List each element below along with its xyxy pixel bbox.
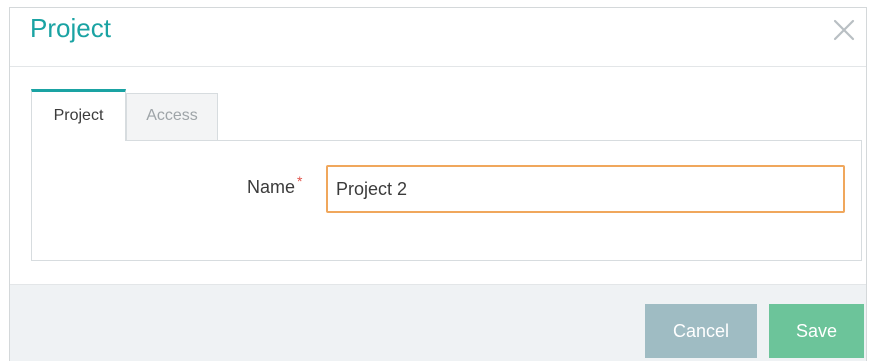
tab-project[interactable]: Project xyxy=(31,89,126,141)
dialog-body: Project Access Name * xyxy=(10,67,866,284)
dialog-title: Project xyxy=(30,13,111,43)
required-marker: * xyxy=(297,173,303,189)
close-button[interactable] xyxy=(828,14,860,46)
dialog-footer: Cancel Save xyxy=(10,284,866,361)
name-input[interactable] xyxy=(326,165,845,213)
dialog-header: Project xyxy=(10,8,866,67)
project-dialog: Project Project Access Name* Cancel Save xyxy=(9,7,867,361)
cancel-button[interactable]: Cancel xyxy=(645,304,757,358)
name-field-label: Name * xyxy=(247,173,302,198)
name-label-text: Name xyxy=(247,177,296,197)
close-icon xyxy=(833,19,855,41)
save-button[interactable]: Save xyxy=(769,304,864,358)
tab-panel-project: Name * xyxy=(31,140,862,261)
tab-access[interactable]: Access xyxy=(126,93,218,141)
tab-bar: Project Access xyxy=(31,89,218,141)
